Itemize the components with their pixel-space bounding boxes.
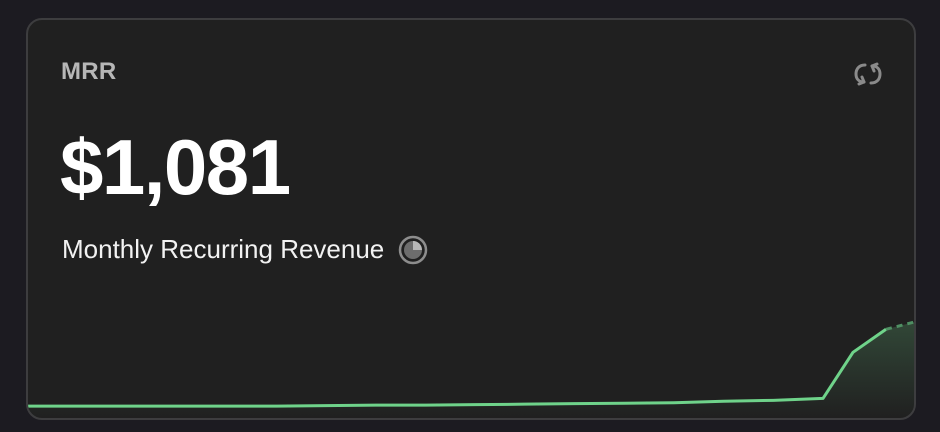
mrr-sparkline-chart	[28, 320, 914, 418]
chart-layer	[28, 320, 914, 418]
sparkline-line	[28, 328, 887, 408]
mrr-card: MRR $1,081 Monthly Recurring Revenue	[26, 18, 916, 420]
